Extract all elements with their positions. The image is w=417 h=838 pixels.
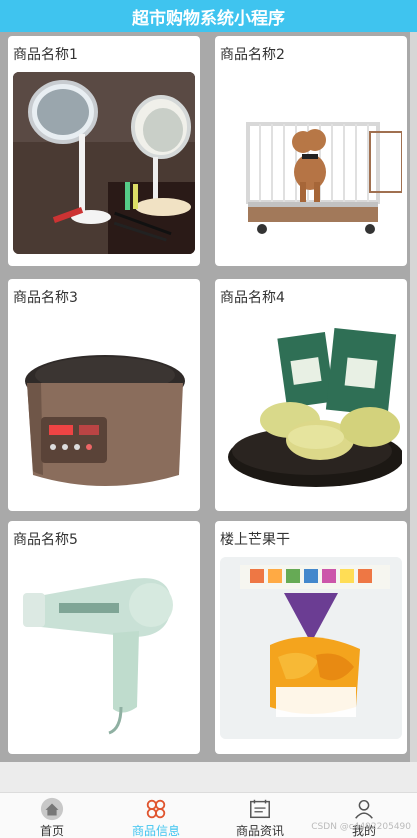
home-icon: [40, 797, 64, 821]
product-name: 商品名称4: [220, 290, 285, 306]
product-name: 商品名称2: [220, 47, 285, 63]
news-icon: [250, 799, 270, 819]
product-name: 商品名称1: [13, 47, 78, 63]
tab-product-news[interactable]: 商品资讯: [208, 793, 312, 838]
scrollbar[interactable]: [410, 32, 417, 762]
product-image-pastry[interactable]: [220, 315, 402, 497]
tab-label: 商品资讯: [235, 824, 284, 838]
product-image-dog-crate[interactable]: [220, 72, 402, 254]
app-header: 超市购物系统小程序: [0, 0, 417, 32]
page-title: 超市购物系统小程序: [132, 8, 285, 29]
product-card[interactable]: 楼上芒果干: [215, 521, 407, 754]
user-icon: [355, 799, 373, 819]
product-card[interactable]: 商品名称1: [8, 36, 200, 266]
product-card[interactable]: 商品名称2: [215, 36, 407, 266]
product-image-vanity-mirror[interactable]: [13, 72, 195, 254]
tab-home[interactable]: 首页: [0, 793, 104, 838]
product-image-hair-dryer[interactable]: [13, 557, 195, 739]
product-grid: 商品名称1 商品名称2 商品名称3 商品名称4 商品名称5 楼上芒果干: [0, 32, 417, 762]
tab-label: 首页: [39, 824, 64, 838]
product-image-dried-mango[interactable]: [220, 557, 402, 739]
product-card[interactable]: 商品名称4: [215, 279, 407, 511]
grid-icon: [146, 799, 166, 819]
product-name: 商品名称3: [13, 290, 78, 306]
product-card[interactable]: 商品名称5: [8, 521, 200, 754]
product-image-rice-cooker[interactable]: [13, 315, 195, 497]
tab-product-info[interactable]: 商品信息: [104, 793, 208, 838]
product-name: 楼上芒果干: [220, 532, 290, 548]
product-card[interactable]: 商品名称3: [8, 279, 200, 511]
product-name: 商品名称5: [13, 532, 78, 548]
content-footer: [0, 762, 417, 792]
tab-label: 商品信息: [131, 824, 180, 838]
watermark: CSDN @c4492205490: [311, 822, 411, 832]
